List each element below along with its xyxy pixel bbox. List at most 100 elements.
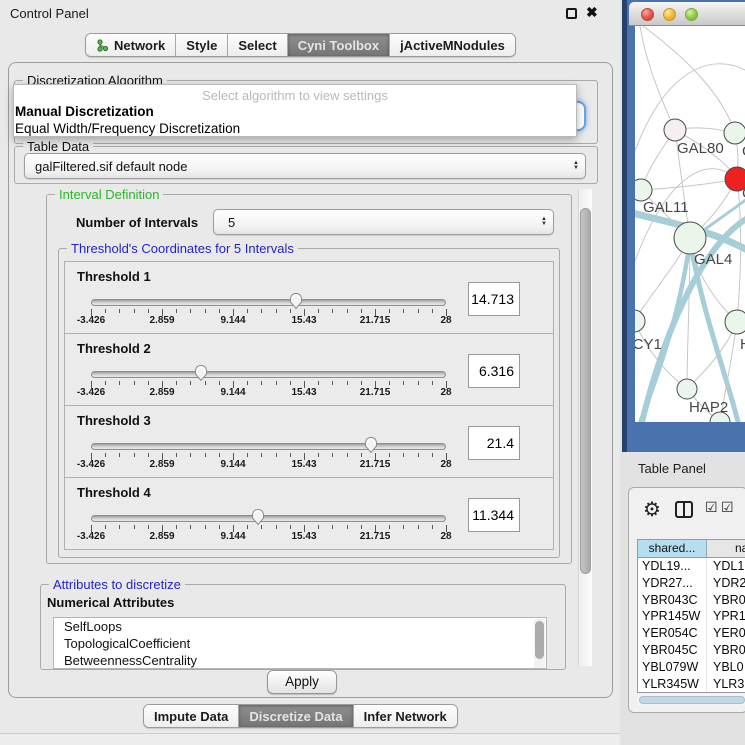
minimize-window-icon[interactable] <box>663 8 676 21</box>
slider-thumb[interactable] <box>288 291 304 315</box>
threshold-value-field[interactable]: 6.316 <box>468 354 520 388</box>
tick-label: 15.43 <box>291 315 316 326</box>
network-node[interactable] <box>664 119 686 141</box>
network-canvas[interactable]: GAL80GCGAL11GAL4GCY1HHAP2 <box>635 26 745 422</box>
table-data-value: galFiltered.sif default node <box>25 159 567 174</box>
table-row[interactable]: YIL052CYIL0 <box>638 692 745 693</box>
close-panel-icon[interactable]: ✖ <box>586 4 598 21</box>
network-node[interactable] <box>674 222 706 254</box>
tab-cyni-toolbox[interactable]: Cyni Toolbox <box>288 34 390 56</box>
tick-label: 28 <box>440 531 451 542</box>
network-view-window[interactable]: GAL80GCGAL11GAL4GCY1HHAP2 <box>622 0 745 452</box>
tick-mark <box>219 381 220 385</box>
network-edge[interactable] <box>640 26 675 130</box>
slider-track[interactable] <box>91 299 446 306</box>
tick-mark <box>276 381 277 385</box>
list-item[interactable]: SelfLoops <box>54 618 546 635</box>
tick-mark <box>361 525 362 529</box>
tab-style[interactable]: Style <box>176 34 228 56</box>
scrollbar-thumb[interactable] <box>580 208 591 574</box>
slider-thumb[interactable] <box>193 363 209 387</box>
network-edge[interactable] <box>643 26 735 133</box>
scrollbar-thumb[interactable] <box>639 696 745 704</box>
tab-discretize-data[interactable]: Discretize Data <box>239 705 353 727</box>
tick-mark <box>389 525 390 529</box>
float-panel-icon[interactable] <box>566 8 577 19</box>
table-row[interactable]: YDR27...YDR2 <box>638 575 745 592</box>
slider-track[interactable] <box>91 443 446 450</box>
network-edge[interactable] <box>737 179 741 322</box>
table-row[interactable]: YBR045CYBR0 <box>638 642 745 659</box>
table-panel: ⚙ ☑ ☑ shared... na YDL19...YDL1YDR27...Y… <box>628 487 745 713</box>
network-edge[interactable] <box>641 179 737 190</box>
tick-mark <box>432 525 433 529</box>
table-row[interactable]: YLR345WYLR3 <box>638 676 745 693</box>
numerical-attributes-list[interactable]: SelfLoopsTopologicalCoefficientBetweenne… <box>53 617 547 669</box>
cell-shared-name: YBR045C <box>638 642 707 659</box>
tick-mark <box>332 381 333 385</box>
settings-vertical-scrollbar[interactable] <box>578 189 592 666</box>
tick-label: -3.426 <box>77 531 105 542</box>
column-header-name[interactable]: na <box>707 540 745 557</box>
zoom-window-icon[interactable] <box>685 8 698 21</box>
threshold-value-field[interactable]: 21.4 <box>468 426 520 460</box>
tick-mark <box>361 309 362 313</box>
combo-arrows-icon: ▲▼ <box>535 217 553 227</box>
list-vertical-scrollbar[interactable] <box>534 619 545 669</box>
tick-mark <box>134 453 135 457</box>
tick-mark <box>105 453 106 457</box>
cell-shared-name: YER054C <box>638 625 707 642</box>
slider-thumb[interactable] <box>363 435 379 459</box>
close-window-icon[interactable] <box>641 8 654 21</box>
tick-mark <box>105 525 106 529</box>
popup-item-manual-discretization[interactable]: Manual Discretization <box>14 103 576 120</box>
right-column: GAL80GCGAL11GAL4GCY1HHAP2 Table Panel ⚙ … <box>620 0 745 745</box>
tick-mark <box>318 309 319 313</box>
tick-mark <box>148 309 149 313</box>
table-row[interactable]: YER054CYER0 <box>638 625 745 642</box>
table-data-combobox[interactable]: galFiltered.sif default node ▲▼ <box>24 153 586 179</box>
tab-jactivemnodules[interactable]: jActiveMNodules <box>390 34 515 56</box>
network-window-titlebar[interactable] <box>629 2 745 26</box>
apply-button[interactable]: Apply <box>267 670 337 694</box>
list-item[interactable]: BetweennessCentrality <box>54 652 546 669</box>
network-node[interactable] <box>725 310 745 334</box>
slider-thumb[interactable] <box>250 507 266 531</box>
slider-track[interactable] <box>91 371 446 378</box>
tick-mark <box>134 525 135 529</box>
threshold-value-field[interactable]: 11.344 <box>468 498 520 532</box>
table-row[interactable]: YDL19...YDL1 <box>638 558 745 575</box>
slider-track[interactable] <box>91 515 446 522</box>
tab-impute-data[interactable]: Impute Data <box>144 705 239 727</box>
table-row[interactable]: YBL079WYBL0 <box>638 659 745 676</box>
table-horizontal-scrollbar[interactable] <box>637 694 745 706</box>
tab-select[interactable]: Select <box>228 34 287 56</box>
scrollbar-thumb[interactable] <box>535 621 544 659</box>
table-row[interactable]: YPR145WYPR1 <box>638 608 745 625</box>
tick-label: -3.426 <box>77 387 105 398</box>
tick-label: 15.43 <box>291 531 316 542</box>
tab-network[interactable]: Network <box>86 34 176 56</box>
tick-mark <box>219 309 220 313</box>
tick-mark <box>190 453 191 457</box>
number-of-intervals-combobox[interactable]: 5 ▲▼ <box>213 209 554 235</box>
popup-item-equal-width-frequency[interactable]: Equal Width/Frequency Discretization <box>14 120 576 137</box>
gear-icon[interactable]: ⚙ <box>643 497 661 522</box>
network-node[interactable] <box>635 179 652 201</box>
network-node[interactable] <box>635 310 645 332</box>
table-row[interactable]: YBR043CYBR0 <box>638 592 745 609</box>
tab-infer-network[interactable]: Infer Network <box>354 705 457 727</box>
network-node[interactable] <box>677 379 697 399</box>
list-item[interactable]: TopologicalCoefficient <box>54 635 546 652</box>
node-attribute-table[interactable]: shared... na YDL19...YDL1YDR27...YDR2YBR… <box>637 539 745 693</box>
threshold-panel: Threshold 2-3.4262.8599.14415.4321.71528… <box>64 333 554 406</box>
checkbox-icon[interactable]: ☑ <box>705 499 718 516</box>
threshold-value-field[interactable]: 14.713 <box>468 282 520 316</box>
network-node[interactable] <box>724 122 745 144</box>
column-header-shared-name[interactable]: shared... <box>638 540 707 557</box>
tick-mark <box>347 453 348 457</box>
checkbox-icon[interactable]: ☑ <box>721 499 734 516</box>
tick-mark <box>332 453 333 457</box>
cell-shared-name: YIL052C <box>638 692 707 693</box>
columns-icon[interactable] <box>675 501 693 518</box>
